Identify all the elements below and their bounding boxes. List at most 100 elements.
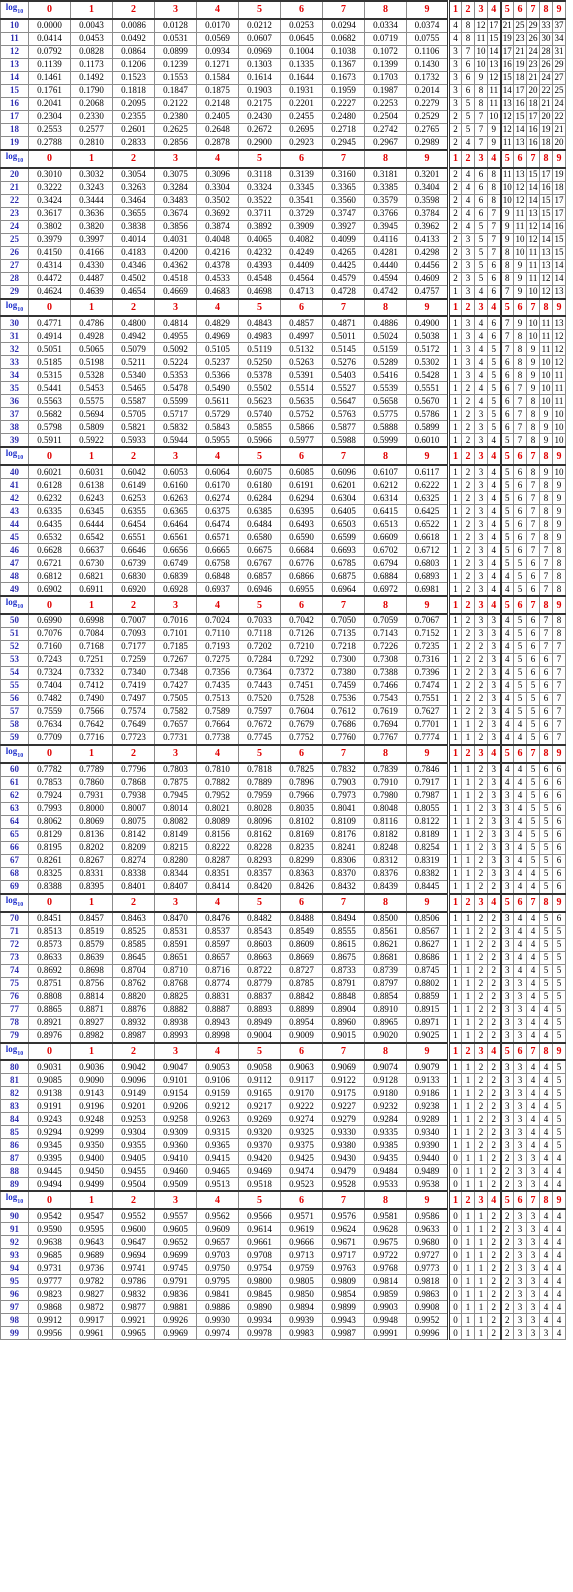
mean-difference-cell: 3: [526, 1235, 540, 1250]
log-value-cell: 0.3522: [238, 193, 281, 208]
difference-column-header: 8: [539, 892, 553, 913]
log-value-cell: 0.7649: [112, 717, 155, 732]
log-value-cell: 0.2878: [196, 135, 239, 151]
log-value-cell: 0.8189: [406, 827, 449, 842]
table-row: 57 0.7559 0.7566 0.7574 0.7582 0.7589 0.7597 0.…: [0, 704, 566, 719]
log-value-cell: 0.8388: [28, 879, 71, 895]
mean-difference-cell: 2: [461, 639, 475, 654]
log-value-cell: 0.7404: [28, 678, 71, 693]
mean-difference-cell: 5: [552, 1059, 566, 1075]
difference-column-header: 3: [474, 743, 488, 764]
log-value-cell: 0.8971: [406, 1015, 449, 1030]
mean-difference-cell: 0: [447, 1177, 462, 1192]
log-value-cell: 0.4771: [28, 315, 71, 331]
log-value-cell: 0.4624: [28, 284, 71, 300]
row-number: 71: [0, 924, 29, 939]
table-row: 30 0.4771 0.4786 0.4800 0.4814 0.4829 0.4843 0.…: [0, 315, 566, 331]
mean-difference-cell: 18: [526, 96, 540, 111]
column-header: 5: [238, 743, 281, 764]
log-value-cell: 0.8494: [322, 911, 365, 926]
log-value-cell: 0.7782: [28, 762, 71, 777]
mean-difference-cell: 1: [447, 543, 462, 558]
log-value-cell: 0.7324: [28, 665, 71, 680]
log-value-cell: 0.8525: [112, 924, 155, 939]
mean-difference-cell: 1: [461, 1028, 475, 1044]
log-value-cell: 0.7701: [406, 717, 449, 732]
log-value-cell: 0.9894: [280, 1300, 323, 1315]
mean-difference-cell: 4: [539, 1015, 553, 1030]
mean-difference-cell: 4: [487, 530, 501, 545]
mean-difference-cell: 5: [513, 678, 527, 693]
mean-difference-cell: 6: [513, 464, 527, 480]
log-corner-label: log10: [0, 743, 29, 764]
log-value-cell: 0.5478: [154, 381, 197, 396]
mean-difference-cell: 3: [513, 1028, 527, 1044]
mean-difference-cell: 3: [487, 652, 501, 667]
mean-difference-cell: 3: [499, 879, 514, 895]
log-value-cell: 0.2856: [154, 135, 197, 151]
mean-difference-cell: 1: [447, 678, 462, 693]
mean-difference-cell: 5: [499, 556, 514, 571]
log-value-cell: 0.7435: [196, 678, 239, 693]
table-row: 61 0.7853 0.7860 0.7868 0.7875 0.7882 0.7889 0.…: [0, 775, 566, 790]
mean-difference-cell: 4: [526, 1002, 540, 1017]
log-value-cell: 0.8395: [70, 879, 113, 895]
table-row: 42 0.6232 0.6243 0.6253 0.6263 0.6274 0.6284 0.…: [0, 491, 566, 506]
table-row: 39 0.5911 0.5922 0.5933 0.5944 0.5955 0.5966 0.…: [0, 433, 566, 448]
log-value-cell: 0.8814: [70, 989, 113, 1004]
mean-difference-cell: 1: [461, 1073, 475, 1088]
log-value-cell: 0.6684: [280, 543, 323, 558]
table-row: 38 0.5798 0.5809 0.5821 0.5832 0.5843 0.5855 0.…: [0, 420, 566, 435]
mean-difference-cell: 3: [499, 911, 514, 926]
mean-difference-cell: 4: [499, 665, 514, 680]
log-value-cell: 0.6385: [238, 504, 281, 519]
log-value-cell: 0.7340: [112, 665, 155, 680]
mean-difference-cell: 3: [487, 665, 501, 680]
log-value-cell: 0.0334: [364, 18, 407, 33]
log-value-cell: 0.6618: [406, 530, 449, 545]
difference-column-header: 6: [513, 446, 527, 467]
mean-difference-cell: 5: [513, 704, 527, 719]
log-value-cell: 0.8267: [70, 853, 113, 868]
log-value-cell: 0.5763: [322, 407, 365, 422]
mean-difference-cell: 7: [552, 691, 566, 706]
mean-difference-cell: 4: [513, 827, 527, 842]
table-row: 84 0.9243 0.9248 0.9253 0.9258 0.9263 0.9269 0.…: [0, 1112, 566, 1127]
log-value-cell: 0.7459: [322, 678, 365, 693]
log-value-cell: 0.9886: [196, 1300, 239, 1315]
mean-difference-cell: 9: [513, 315, 527, 331]
table-row: 69 0.8388 0.8395 0.8401 0.8407 0.8414 0.8420 0.…: [0, 879, 566, 895]
log-value-cell: 0.7723: [112, 731, 155, 746]
log-value-cell: 0.9294: [28, 1125, 71, 1140]
log-value-cell: 0.8645: [112, 950, 155, 965]
mean-difference-cell: 6: [552, 840, 566, 855]
mean-difference-cell: 3: [499, 989, 514, 1004]
mean-difference-cell: 0: [447, 1287, 462, 1302]
row-number: 90: [0, 1208, 29, 1224]
mean-difference-cell: 3: [513, 1099, 527, 1114]
log-value-cell: 0.6503: [322, 517, 365, 532]
log-value-cell: 0.8136: [70, 827, 113, 842]
log-value-cell: 0.9450: [70, 1164, 113, 1179]
mean-difference-cell: 11: [513, 219, 527, 234]
log-value-cell: 0.8370: [322, 866, 365, 881]
row-number: 67: [0, 853, 29, 868]
mean-difference-cell: 2: [461, 678, 475, 693]
table-row: 64 0.8062 0.8069 0.8075 0.8082 0.8089 0.8096 0.…: [0, 814, 566, 829]
log-value-cell: 0.5132: [280, 342, 323, 357]
log-value-cell: 0.9269: [238, 1112, 281, 1127]
log-value-cell: 0.0682: [322, 31, 365, 46]
log-value-cell: 0.6767: [238, 556, 281, 571]
column-header: 3: [154, 148, 197, 169]
mean-difference-cell: 1: [474, 1248, 488, 1263]
table-row: 98 0.9912 0.9917 0.9921 0.9926 0.9930 0.9934 0.…: [0, 1313, 566, 1328]
log-value-cell: 0.9552: [112, 1208, 155, 1224]
log-value-cell: 0.4814: [154, 315, 197, 331]
column-header: 6: [280, 743, 323, 764]
mean-difference-cell: 5: [539, 853, 553, 868]
log-value-cell: 0.6902: [28, 582, 71, 597]
difference-column-header: 9: [552, 148, 566, 169]
mean-difference-cell: 7: [487, 245, 501, 260]
mean-difference-cell: 1: [461, 866, 475, 881]
log-value-cell: 0.9571: [280, 1208, 323, 1224]
